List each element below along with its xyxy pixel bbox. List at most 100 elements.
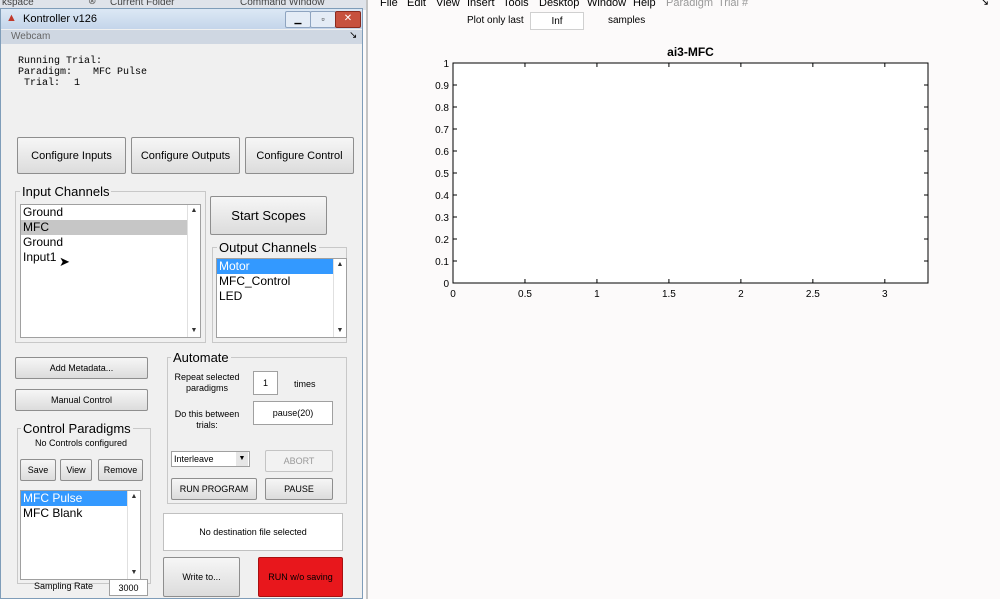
add-metadata-button[interactable]: Add Metadata...	[15, 357, 148, 379]
between-trials-input[interactable]: pause(20)	[253, 401, 333, 425]
list-item-selected[interactable]: Motor	[217, 259, 334, 274]
repeat-label: Repeat selected paradigms	[174, 372, 240, 393]
list-item[interactable]: Ground	[21, 235, 188, 250]
between-trials-value: pause(20)	[272, 408, 314, 418]
menu-file[interactable]: File	[380, 0, 398, 9]
configure-inputs-button[interactable]: Configure Inputs	[17, 137, 126, 174]
write-to-button[interactable]: Write to...	[163, 557, 240, 597]
scroll-up-icon[interactable]: ▲	[128, 491, 140, 503]
no-controls-note: No Controls configured	[35, 438, 128, 448]
view-button[interactable]: View	[60, 459, 92, 481]
x-tick-label: 1	[594, 289, 600, 300]
current-folder-tab[interactable]: Current Folder	[110, 0, 174, 8]
x-tick-label: 0	[450, 289, 456, 300]
menu-paradigm[interactable]: Paradigm	[666, 0, 713, 9]
plot-samples-suffix: samples	[608, 15, 646, 26]
close-button[interactable]: ✕	[335, 11, 361, 28]
remove-button[interactable]: Remove	[98, 459, 143, 481]
workspace-tab[interactable]: kspace	[2, 0, 34, 8]
scroll-up-icon[interactable]: ▲	[188, 205, 200, 217]
tab-close-icon[interactable]: ⊗	[88, 0, 96, 7]
scroll-up-icon[interactable]: ▲	[334, 259, 346, 271]
control-paradigms-title: Control Paradigms	[21, 421, 133, 436]
trial-label: Trial:	[24, 78, 61, 89]
list-item[interactable]: MFC_Control	[217, 274, 334, 289]
list-item[interactable]: LED	[217, 289, 334, 304]
destination-box: No destination file selected	[163, 513, 343, 551]
list-item[interactable]: MFC Blank	[21, 506, 128, 521]
x-tick-label: 1.5	[662, 289, 676, 300]
scroll-down-icon[interactable]: ▼	[128, 567, 140, 579]
scroll-down-icon[interactable]: ▼	[334, 325, 346, 337]
configure-control-button[interactable]: Configure Control	[245, 137, 354, 174]
paradigm-label: Paradigm:	[18, 67, 73, 78]
pause-button[interactable]: PAUSE	[265, 478, 333, 500]
automate-title: Automate	[171, 350, 231, 365]
output-channels-list[interactable]: Motor MFC_Control LED ▲ ▼	[216, 258, 347, 338]
window-title-bar[interactable]: ▲ Kontroller v126 ▁ ▫ ✕	[1, 9, 362, 29]
y-tick-label: 0.4	[435, 191, 449, 202]
list-item-selected[interactable]: MFC	[21, 220, 188, 235]
destination-text: No destination file selected	[199, 527, 307, 537]
run-program-button[interactable]: RUN PROGRAM	[171, 478, 257, 500]
plot-area	[452, 62, 929, 284]
menu-view[interactable]: View	[436, 0, 460, 9]
figure-menu-bar: File Edit View Insert Tools Desktop Wind…	[368, 0, 1000, 10]
menu-dock-icon[interactable]: ↘	[980, 0, 989, 8]
input-channels-list[interactable]: Ground MFC Ground Input1 ▲ ▼	[20, 204, 201, 338]
y-tick-label: 1	[443, 59, 449, 70]
menu-trial[interactable]: Trial #	[718, 0, 748, 9]
maximize-button[interactable]: ▫	[310, 11, 336, 28]
command-window-tab[interactable]: Command Window	[240, 0, 324, 8]
mode-select[interactable]: Interleave ▼	[171, 451, 250, 467]
sampling-rate-input[interactable]: 3000	[109, 579, 148, 596]
kontroller-window: ▲ Kontroller v126 ▁ ▫ ✕ Webcam ↘ Running…	[0, 8, 363, 599]
dock-icon[interactable]: ↘	[349, 30, 357, 41]
x-tick-label: 0.5	[518, 289, 532, 300]
repeat-count-input[interactable]: 1	[253, 371, 278, 395]
menu-window[interactable]: Window	[587, 0, 626, 9]
sampling-rate-label: Sampling Rate	[34, 581, 94, 591]
scroll-down-icon[interactable]: ▼	[188, 325, 200, 337]
window-divider	[366, 0, 368, 599]
y-tick-label: 0.2	[435, 235, 449, 246]
input-channels-title: Input Channels	[20, 184, 112, 199]
plot-samples-input[interactable]: Inf	[530, 12, 584, 30]
run-without-saving-button[interactable]: RUN w/o saving	[258, 557, 343, 597]
y-tick-label: 0.7	[435, 125, 449, 136]
list-item[interactable]: Ground	[21, 205, 188, 220]
input-list-scrollbar[interactable]: ▲ ▼	[187, 205, 200, 337]
sampling-rate-value: 3000	[118, 583, 139, 593]
save-button[interactable]: Save	[20, 459, 56, 481]
output-list-scrollbar[interactable]: ▲ ▼	[333, 259, 346, 337]
minimize-button[interactable]: ▁	[285, 11, 311, 28]
times-label: times	[294, 379, 316, 389]
start-scopes-button[interactable]: Start Scopes	[210, 196, 327, 235]
list-item[interactable]: Input1	[21, 250, 188, 265]
scope-plot: ai3-MFC 0 0.5 1 1.5 2 2.5 3 0 0.1 0.2 0.3 0.4 0.5 0.6 0…	[435, 45, 929, 300]
configure-outputs-button[interactable]: Configure Outputs	[131, 137, 240, 174]
control-paradigms-list[interactable]: MFC Pulse MFC Blank ▲ ▼	[20, 490, 141, 580]
menu-desktop[interactable]: Desktop	[539, 0, 579, 9]
x-tick-label: 2	[738, 289, 744, 300]
repeat-count-value: 1	[262, 378, 268, 388]
abort-button[interactable]: ABORT	[265, 450, 333, 472]
menu-tools[interactable]: Tools	[503, 0, 529, 9]
manual-control-button[interactable]: Manual Control	[15, 389, 148, 411]
chevron-down-icon: ▼	[236, 452, 248, 466]
y-tick-label: 0.8	[435, 103, 449, 114]
list-item-selected[interactable]: MFC Pulse	[21, 491, 128, 506]
y-tick-label: 0.3	[435, 213, 449, 224]
y-tick-label: 0.5	[435, 169, 449, 180]
y-tick-label: 0.6	[435, 147, 449, 158]
paradigm-value: MFC Pulse	[93, 67, 148, 78]
output-channels-title: Output Channels	[217, 240, 319, 255]
menu-insert[interactable]: Insert	[467, 0, 495, 9]
webcam-panel-title: Webcam	[11, 31, 51, 42]
menu-help[interactable]: Help	[633, 0, 656, 9]
menu-edit[interactable]: Edit	[407, 0, 426, 9]
webcam-panel-header: Webcam ↘	[1, 30, 362, 44]
y-tick-label: 0.9	[435, 81, 449, 92]
x-tick-label: 3	[882, 289, 888, 300]
paradigm-list-scrollbar[interactable]: ▲ ▼	[127, 491, 140, 579]
